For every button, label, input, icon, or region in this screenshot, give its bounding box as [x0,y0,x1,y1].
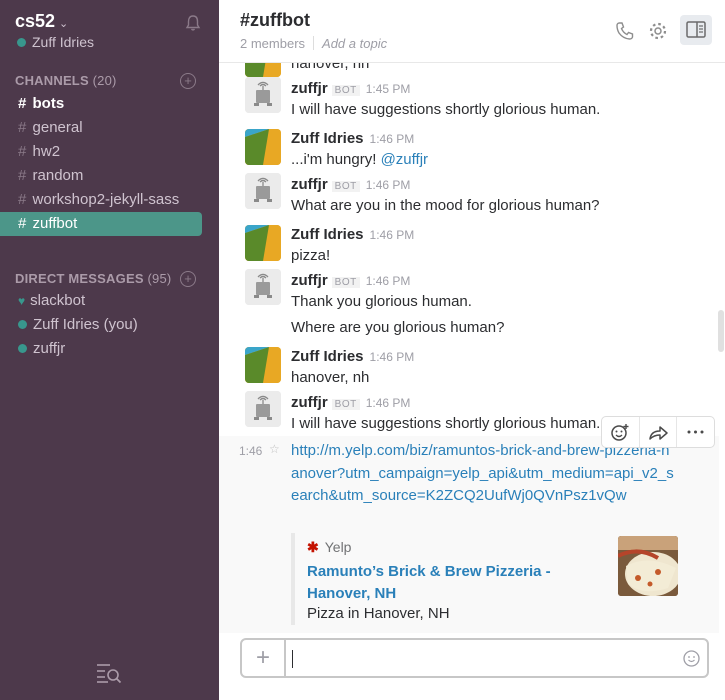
channel-title[interactable]: #zuffbot [240,10,310,31]
bot-badge: BOT [331,399,360,410]
message-list[interactable]: hanover, nh zuffjr BOT 1:45 PM I will have… [219,63,719,638]
message-body: What are you in the mood for glorious hu… [291,197,600,214]
channel-item-bots[interactable]: # bots [0,92,202,116]
bot-avatar[interactable] [245,391,281,427]
message-body: pizza! [291,247,331,264]
yelp-link[interactable]: http://m.yelp.com/biz/ramuntos-brick-and… [291,440,676,508]
add-dm-icon[interactable]: + [180,271,196,287]
message-author[interactable]: zuffjr BOT 1:46 PM [291,272,410,289]
yelp-logo-icon: ✱ [307,539,319,555]
dm-item-zuff-idries[interactable]: Zuff Idries (you) [0,313,202,337]
message-actions-toolbar [601,416,715,448]
sidebar-panel-icon [686,21,706,38]
pizza-thumbnail[interactable] [618,536,678,596]
bell-icon[interactable] [184,14,202,32]
share-arrow-icon [649,426,668,440]
add-topic-link[interactable]: Add a topic [322,36,387,51]
message-body: ...i'm hungry! @zuffjr [291,151,429,168]
attachment-text: Pizza in Hanover, NH [307,605,450,622]
current-user[interactable]: Zuff Idries [17,34,94,50]
text-cursor [292,650,293,668]
message-body: Where are you glorious human? [291,319,505,336]
bot-badge: BOT [331,85,360,96]
user-mention[interactable]: @zuffjr [381,151,428,168]
bot-avatar[interactable] [245,269,281,305]
share-button[interactable] [639,417,677,447]
team-menu[interactable]: cs52 ⌄ [15,11,68,32]
direct-messages-heading[interactable]: DIRECT MESSAGES (95) [15,271,171,286]
gear-icon[interactable] [647,20,669,42]
dm-item-slackbot[interactable]: ♥ slackbot [0,289,202,313]
attach-file-button[interactable]: + [242,640,286,676]
attachment-title[interactable]: Ramunto’s Brick & Brew Pizzeria - Hanove… [307,561,552,605]
add-reaction-icon [611,424,629,441]
channel-header: #zuffbot 2 members Add a topic [219,0,725,63]
message-time[interactable]: 1:46 PM [370,228,415,242]
bot-avatar[interactable] [245,173,281,209]
message-author[interactable]: zuffjr BOT 1:46 PM [291,394,410,411]
message-author[interactable]: zuffjr BOT 1:46 PM [291,176,410,193]
message-author[interactable]: Zuff Idries 1:46 PM [291,130,414,147]
bot-badge: BOT [331,277,360,288]
team-name: cs52 [15,11,56,31]
heart-icon: ♥ [18,294,26,308]
channel-item-general[interactable]: # general [0,116,202,140]
presence-dot [18,320,27,329]
message-time[interactable]: 1:46 PM [370,132,415,146]
bot-avatar[interactable] [245,77,281,113]
avatar[interactable] [245,225,281,261]
member-count[interactable]: 2 members [240,36,305,51]
message-body: hanover, nh [291,63,370,72]
link-unfurl-attachment: ✱ Yelp Ramunto’s Brick & Brew Pizzeria - … [291,533,685,625]
toggle-details-button[interactable] [680,15,712,45]
message-scrollbar[interactable] [718,310,724,352]
avatar[interactable] [245,129,281,165]
message-body: I will have suggestions shortly glorious… [291,101,601,118]
message-time[interactable]: 1:46 [239,444,262,458]
message-composer: + [240,638,709,678]
attachment-service: ✱ Yelp [307,539,352,555]
channel-item-workshop2-jekyll-sass[interactable]: # workshop2-jekyll-sass [0,188,202,212]
avatar[interactable] [245,347,281,383]
avatar[interactable] [245,63,281,77]
chevron-down-icon: ⌄ [59,18,69,30]
message-time[interactable]: 1:45 PM [366,82,411,96]
emoji-icon[interactable] [683,650,700,667]
phone-icon[interactable] [614,20,636,42]
message-input[interactable] [290,646,674,672]
message-body: Thank you glorious human. [291,293,472,310]
message-author[interactable]: Zuff Idries 1:46 PM [291,226,414,243]
message-time[interactable]: 1:46 PM [366,274,411,288]
more-actions-button[interactable] [676,417,714,447]
more-horizontal-icon [687,430,704,434]
message-author[interactable]: zuffjr BOT 1:45 PM [291,80,410,97]
presence-dot [18,344,27,353]
presence-dot [17,38,26,47]
channel-item-zuffbot[interactable]: # zuffbot [0,212,202,236]
message-time[interactable]: 1:46 PM [366,396,411,410]
message-body: hanover, nh [291,369,370,386]
current-user-name: Zuff Idries [32,34,94,50]
bot-badge: BOT [331,181,360,192]
channel-meta: 2 members Add a topic [240,36,387,51]
channels-heading[interactable]: CHANNELS (20) [15,73,117,88]
message-time[interactable]: 1:46 PM [370,350,415,364]
add-reaction-button[interactable] [602,417,639,447]
sidebar: cs52 ⌄ Zuff Idries CHANNELS (20) + # bots… [0,0,219,700]
message-time[interactable]: 1:46 PM [366,178,411,192]
channel-item-random[interactable]: # random [0,164,202,188]
add-channel-icon[interactable]: + [180,73,196,89]
channel-item-hw2[interactable]: # hw2 [0,140,202,164]
dm-item-zuffjr[interactable]: zuffjr [0,337,202,361]
message-body: I will have suggestions shortly glorious… [291,415,601,432]
quick-switcher-icon[interactable] [96,662,122,684]
star-icon[interactable]: ☆ [269,442,280,456]
message-author[interactable]: Zuff Idries 1:46 PM [291,348,414,365]
